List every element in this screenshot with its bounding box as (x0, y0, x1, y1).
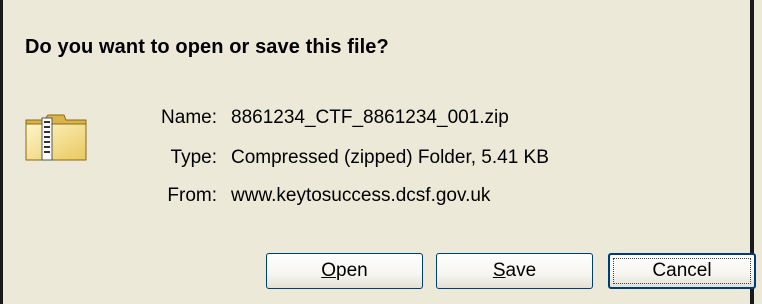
open-button-label: Open (321, 260, 367, 281)
file-download-dialog: Do you want to open or save this file? N… (0, 0, 756, 304)
open-mnemonic: O (321, 260, 337, 281)
save-button[interactable]: Save (436, 253, 593, 289)
file-type-value: Compressed (zipped) Folder, 5.41 KB (231, 147, 549, 168)
file-from-value: www.keytosuccess.dcsf.gov.uk (231, 185, 491, 206)
file-from-label: From: (167, 185, 217, 206)
open-button[interactable]: Open (266, 253, 423, 289)
file-type-label: Type: (170, 147, 217, 168)
save-label-rest: ave (505, 260, 537, 281)
dialog-question: Do you want to open or save this file? (25, 36, 389, 58)
cancel-button-label: Cancel (652, 260, 712, 281)
save-button-label: Save (493, 260, 536, 281)
file-name-label: Name: (161, 107, 217, 128)
cancel-button[interactable]: Cancel (608, 253, 756, 289)
file-name-value: 8861234_CTF_8861234_001.zip (231, 107, 509, 128)
save-mnemonic: S (492, 260, 506, 281)
open-label-rest: pen (336, 260, 368, 281)
